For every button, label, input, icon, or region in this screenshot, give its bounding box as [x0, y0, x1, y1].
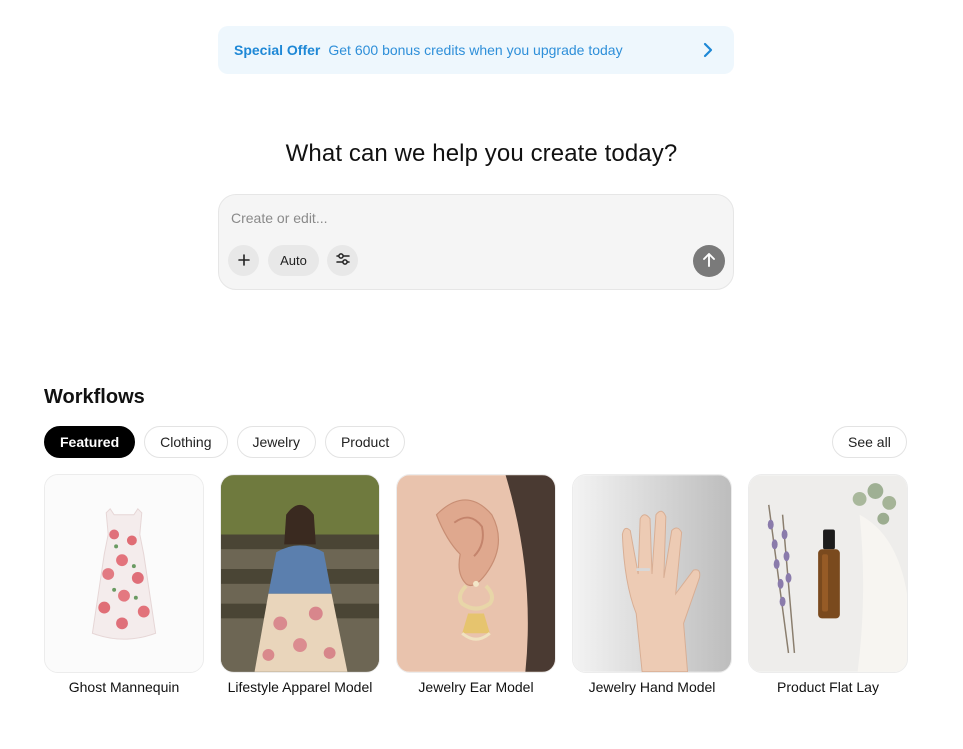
see-all-button[interactable]: See all [832, 426, 907, 458]
workflow-card-jewelry-hand-model[interactable]: Jewelry Hand Model [572, 474, 732, 695]
plus-icon [237, 250, 250, 271]
tab-clothing[interactable]: Clothing [144, 426, 228, 458]
chevron-right-icon [702, 42, 714, 58]
offer-title: Special Offer [234, 42, 321, 58]
page-title: What can we help you create today? [285, 140, 678, 167]
jewelry-hand-image [572, 474, 732, 673]
jewelry-ear-image [396, 474, 556, 673]
card-label: Lifestyle Apparel Model [227, 679, 373, 695]
add-button[interactable] [228, 245, 259, 276]
ghost-mannequin-image [44, 474, 204, 673]
workflow-card-jewelry-ear-model[interactable]: Jewelry Ear Model [396, 474, 556, 695]
workflow-tabs: Featured Clothing Jewelry Product [44, 426, 406, 458]
prompt-input[interactable] [231, 207, 691, 229]
card-label: Product Flat Lay [777, 679, 879, 695]
workflows-heading: Workflows [44, 386, 145, 408]
card-label: Jewelry Hand Model [588, 679, 716, 695]
workflow-card-ghost-mannequin[interactable]: Ghost Mannequin [44, 474, 204, 695]
auto-mode-button[interactable]: Auto [268, 245, 319, 276]
product-flat-lay-image [748, 474, 908, 673]
prompt-composer: Auto [218, 194, 734, 290]
card-label: Ghost Mannequin [68, 679, 180, 695]
card-label: Jewelry Ear Model [418, 679, 534, 695]
tab-jewelry[interactable]: Jewelry [236, 426, 316, 458]
tab-product[interactable]: Product [324, 426, 406, 458]
lifestyle-apparel-image [220, 474, 380, 673]
special-offer-banner[interactable]: Special Offer Get 600 bonus credits when… [218, 26, 734, 74]
workflow-card-product-flat-lay[interactable]: Product Flat Lay [748, 474, 908, 695]
sliders-icon [335, 251, 351, 270]
settings-button[interactable] [327, 245, 358, 276]
arrow-up-icon [702, 252, 716, 271]
send-button[interactable] [693, 245, 725, 277]
workflow-card-lifestyle-apparel-model[interactable]: Lifestyle Apparel Model [220, 474, 380, 695]
workflow-cards: Ghost Mannequin Lifestyle Apparel Model [44, 474, 908, 695]
tab-featured[interactable]: Featured [44, 426, 136, 458]
offer-text: Get 600 bonus credits when you upgrade t… [328, 42, 623, 58]
